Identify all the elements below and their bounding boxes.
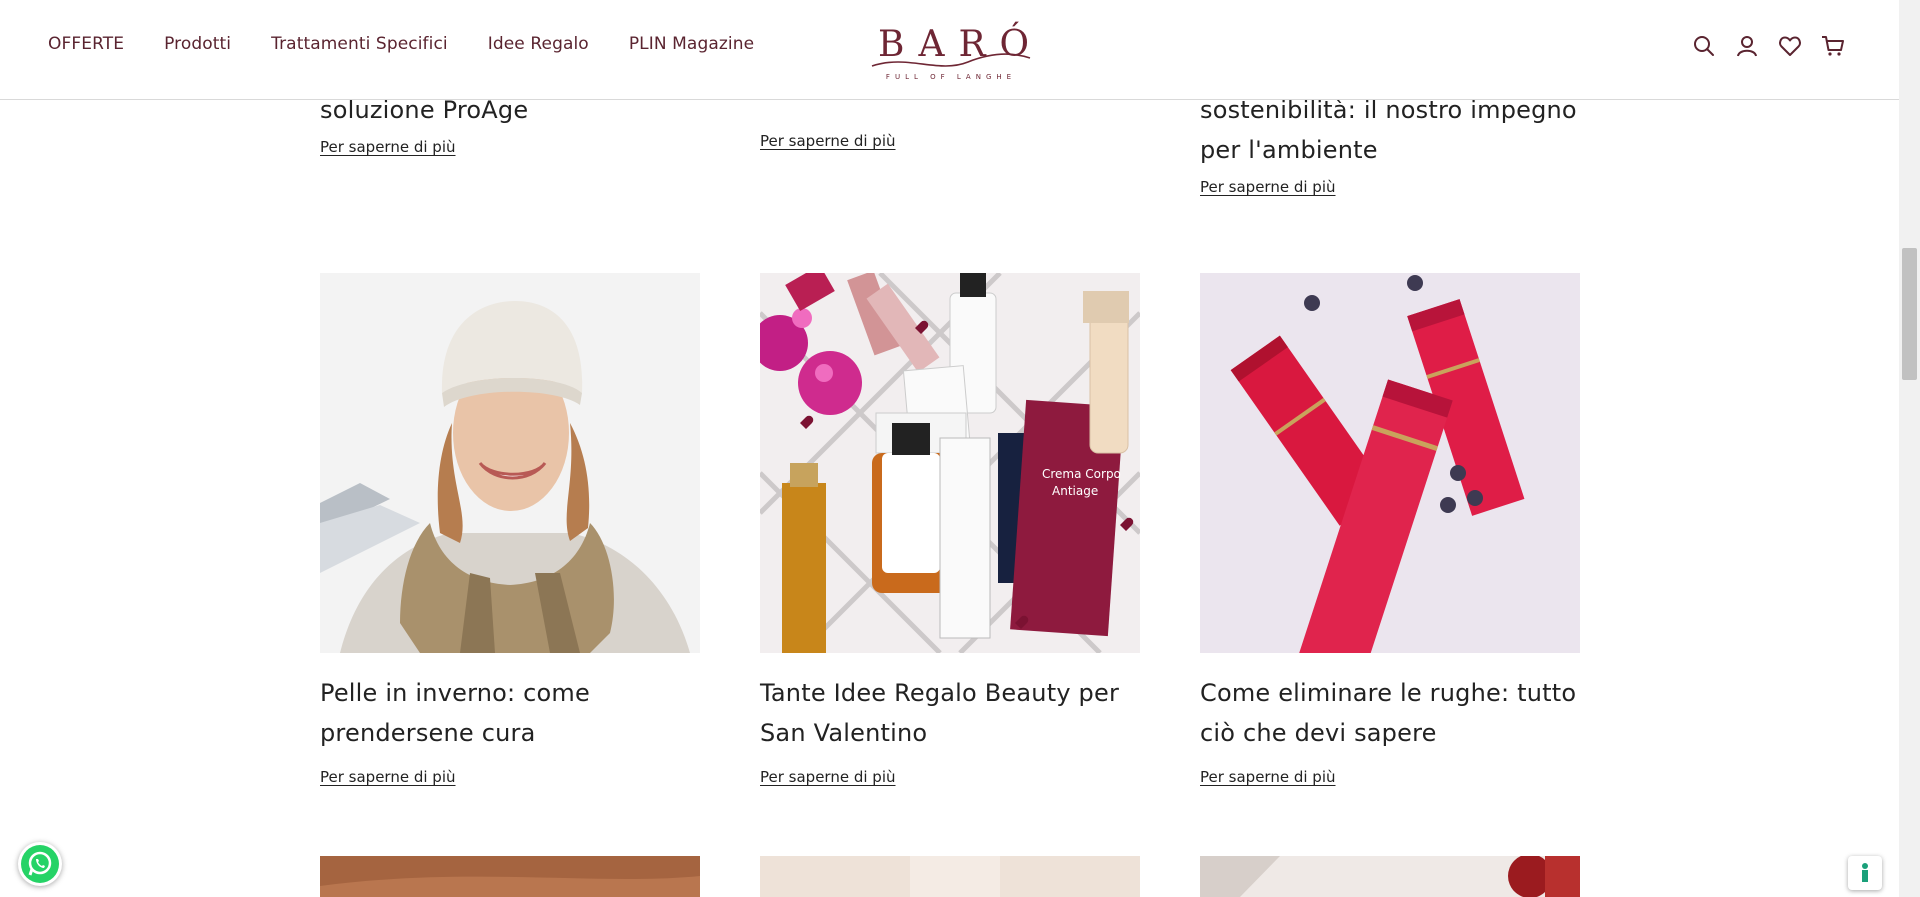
product-label-crema: Crema Corpo <box>1042 467 1121 481</box>
logo-tagline: FULL OF LANGHE <box>885 73 1017 81</box>
article-image-winter-skin[interactable] <box>320 273 700 653</box>
article-image-next-3[interactable] <box>1200 856 1580 897</box>
cookie-settings-icon <box>1862 863 1868 882</box>
read-more-link[interactable]: Per saperne di più <box>1200 768 1336 786</box>
article-top-2: Per saperne di più <box>760 132 1140 151</box>
article-image-next-1[interactable] <box>320 856 700 897</box>
article-image-next-2[interactable] <box>760 856 1140 897</box>
article-top-1: soluzione ProAge Per saperne di più <box>320 90 700 157</box>
whatsapp-icon <box>21 845 59 883</box>
site-header: OFFERTE Prodotti Trattamenti Specifici I… <box>0 0 1899 100</box>
site-logo[interactable]: BARÓ FULL OF LANGHE <box>868 10 1034 84</box>
cookie-settings-button[interactable] <box>1848 856 1882 890</box>
main-nav: OFFERTE Prodotti Trattamenti Specifici I… <box>48 34 754 54</box>
article-title[interactable]: Come eliminare le rughe: tutto ciò che d… <box>1200 673 1580 753</box>
logo-wordmark: BARÓ <box>878 24 1044 65</box>
wishlist-icon[interactable] <box>1778 34 1802 58</box>
nav-idee-regalo[interactable]: Idee Regalo <box>488 34 589 54</box>
article-image-wrinkles[interactable] <box>1200 273 1580 653</box>
article-title[interactable]: sostenibilità: il nostro impegno per l'a… <box>1200 90 1600 170</box>
article-card-wrinkles: Come eliminare le rughe: tutto ciò che d… <box>1200 673 1580 787</box>
article-card-winter-skin: Pelle in inverno: come prendersene cura … <box>320 673 700 787</box>
product-label-antiage: Antiage <box>1052 484 1098 498</box>
header-icons <box>1692 34 1845 58</box>
read-more-link[interactable]: Per saperne di più <box>320 138 456 156</box>
nav-offerte[interactable]: OFFERTE <box>48 34 124 54</box>
article-top-3: sostenibilità: il nostro impegno per l'a… <box>1200 90 1600 197</box>
whatsapp-button[interactable] <box>18 842 62 886</box>
nav-trattamenti-specifici[interactable]: Trattamenti Specifici <box>271 34 448 54</box>
search-icon[interactable] <box>1692 34 1716 58</box>
article-card-valentine-gifts: Tante Idee Regalo Beauty per San Valenti… <box>760 673 1140 787</box>
nav-plin-magazine[interactable]: PLIN Magazine <box>629 34 754 54</box>
read-more-link[interactable]: Per saperne di più <box>320 768 456 786</box>
nav-prodotti[interactable]: Prodotti <box>164 34 231 54</box>
read-more-link[interactable]: Per saperne di più <box>1200 178 1336 196</box>
article-image-valentine-gifts[interactable]: Crema Corpo Antiage <box>760 273 1140 653</box>
scrollbar-track[interactable] <box>1899 0 1920 897</box>
read-more-link[interactable]: Per saperne di più <box>760 132 896 150</box>
read-more-link[interactable]: Per saperne di più <box>760 768 896 786</box>
cart-icon[interactable] <box>1821 34 1845 58</box>
account-icon[interactable] <box>1735 34 1759 58</box>
article-title[interactable]: Pelle in inverno: come prendersene cura <box>320 673 700 753</box>
scrollbar-thumb[interactable] <box>1902 248 1917 380</box>
article-title[interactable]: Tante Idee Regalo Beauty per San Valenti… <box>760 673 1140 753</box>
